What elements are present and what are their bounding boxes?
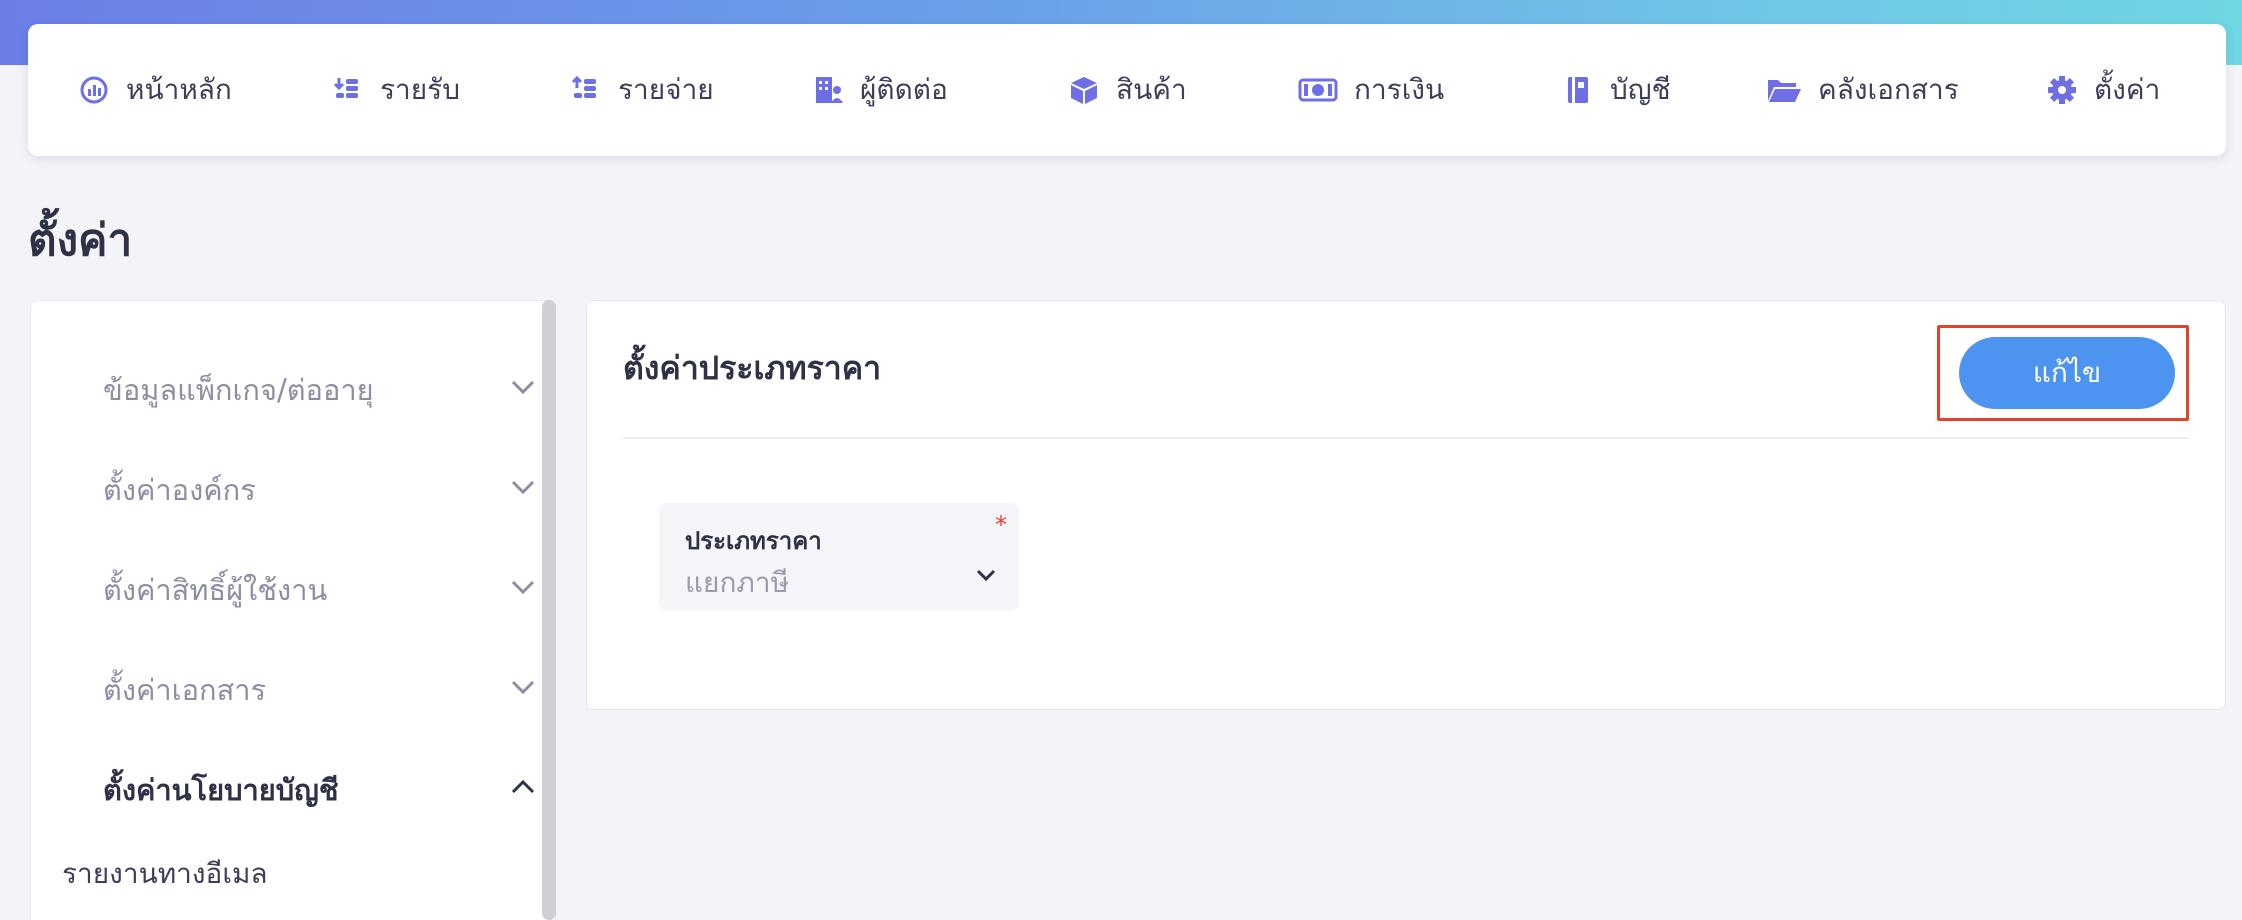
nav-item-dashboard[interactable]: หน้าหลัก [78, 24, 232, 156]
nav-item-contacts[interactable]: ผู้ติดต่อ [812, 24, 948, 156]
chevron-down-icon [511, 580, 535, 595]
chevron-up-icon [511, 779, 535, 794]
nav-label: คลังเอกสาร [1818, 73, 1959, 106]
price-type-card: ตั้งค่าประเภทราคา แก้ไข ประเภทราคา * แยก… [586, 300, 2226, 710]
sidebar-item-label: ข้อมูลแพ็กเกจ/ต่ออายุ [103, 373, 374, 407]
dashboard-gauge-icon [80, 76, 108, 104]
money-banknote-icon [1298, 78, 1338, 102]
sidebar-item-label: ตั้งค่าองค์กร [103, 473, 256, 507]
nav-label: ตั้งค่า [2094, 73, 2161, 106]
product-box-icon [1071, 77, 1097, 104]
sidebar-item-label: ตั้งค่าสิทธิ์ผู้ใช้งาน [103, 573, 328, 607]
edit-button[interactable]: แก้ไข [1959, 337, 2175, 409]
sidebar-subitem-email-report[interactable]: รายงานทางอีเมล [62, 852, 268, 896]
nav-item-finance[interactable]: การเงิน [1298, 24, 1444, 156]
income-coins-icon [333, 78, 358, 98]
chevron-down-icon [511, 480, 535, 495]
chevron-down-icon [976, 569, 996, 582]
nav-item-expense[interactable]: รายจ่าย [570, 24, 714, 156]
nav-item-settings[interactable]: ตั้งค่า [2046, 24, 2160, 156]
card-divider [623, 437, 2189, 439]
price-type-select[interactable]: ประเภทราคา * แยกภาษี [659, 503, 1019, 611]
nav-label: รายรับ [380, 73, 460, 106]
expense-coins-icon [571, 75, 596, 98]
nav-label: บัญชี [1610, 73, 1671, 106]
documents-folder-icon [1768, 80, 1801, 102]
sidebar-item-label: ตั้งค่าเอกสาร [103, 673, 267, 707]
field-value: แยกภาษี [685, 566, 790, 599]
settings-sidebar: ข้อมูลแพ็กเกจ/ต่ออายุ ตั้งค่าองค์กร ตั้ง… [30, 300, 556, 920]
field-label: ประเภทราคา [685, 527, 822, 555]
card-title: ตั้งค่าประเภทราคา [623, 349, 882, 387]
nav-item-documents[interactable]: คลังเอกสาร [1766, 24, 1959, 156]
nav-label: รายจ่าย [618, 73, 714, 106]
required-mark: * [995, 511, 1007, 539]
nav-label: ผู้ติดต่อ [860, 73, 948, 106]
sidebar-scrollbar[interactable] [542, 300, 556, 920]
accounting-book-icon [1568, 77, 1588, 103]
nav-item-products[interactable]: สินค้า [1068, 24, 1187, 156]
nav-label: สินค้า [1116, 73, 1187, 106]
nav-label: การเงิน [1354, 73, 1445, 106]
nav-item-accounting[interactable]: บัญชี [1562, 24, 1671, 156]
sidebar-item-organization[interactable]: ตั้งค่าองค์กร [31, 447, 551, 527]
sidebar-item-user-permissions[interactable]: ตั้งค่าสิทธิ์ผู้ใช้งาน [31, 547, 551, 627]
nav-label: หน้าหลัก [126, 73, 232, 106]
chevron-down-icon [511, 680, 535, 695]
sidebar-item-documents[interactable]: ตั้งค่าเอกสาร [31, 647, 551, 727]
settings-gear-icon [2048, 76, 2076, 104]
chevron-down-icon [511, 380, 535, 395]
contacts-building-icon [816, 77, 843, 103]
sidebar-item-label: ตั้งค่านโยบายบัญชี [103, 773, 339, 807]
nav-item-income[interactable]: รายรับ [332, 24, 460, 156]
page-title: ตั้งค่า [28, 215, 133, 266]
sidebar-item-accounting-policy[interactable]: ตั้งค่านโยบายบัญชี [31, 747, 551, 827]
sidebar-item-package[interactable]: ข้อมูลแพ็กเกจ/ต่ออายุ [31, 347, 551, 427]
main-nav: หน้าหลัก รายรับ รายจ่าย ผู้ติดต่อ สินค้า… [28, 24, 2226, 156]
